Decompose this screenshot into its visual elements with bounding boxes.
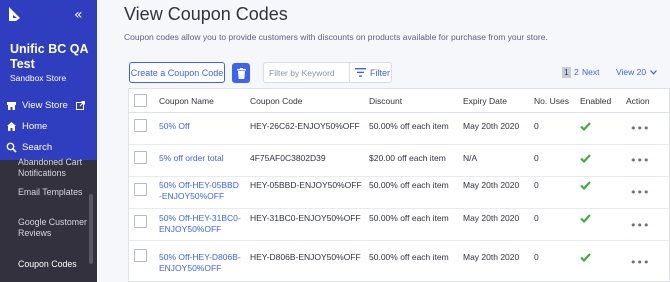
- page-2-link[interactable]: 2: [574, 67, 579, 77]
- view-count-label: View 20: [616, 67, 647, 77]
- row-checkbox[interactable]: [134, 119, 147, 132]
- row-checkbox[interactable]: [134, 151, 147, 164]
- nav-search-label: Search: [22, 141, 53, 153]
- row-checkbox[interactable]: [134, 215, 147, 228]
- sidebar-scrollbar[interactable]: [89, 194, 93, 264]
- col-header-action: Action: [626, 96, 650, 106]
- coupon-code: HEY-26C62-ENJOY50%OFF: [250, 121, 360, 131]
- sidebar-item-google-reviews[interactable]: Google Customer Reviews: [18, 217, 88, 239]
- col-header-coupon-code[interactable]: Coupon Code: [250, 89, 302, 113]
- filter-button-label: Filter: [370, 67, 390, 78]
- coupon-uses: 0: [534, 153, 539, 163]
- row-actions-menu[interactable]: •••: [630, 256, 649, 269]
- table-row: 50% Off-HEY-05BBD-ENJOY50%OFF HEY-05BBD-…: [129, 177, 670, 209]
- trash-icon: [236, 67, 246, 79]
- coupon-name-link[interactable]: 50% Off-HEY-D806B-ENJOY50%OFF: [159, 252, 241, 274]
- enabled-check-icon[interactable]: [580, 154, 591, 163]
- sidebar: « Unific BC QA Test Sandbox Store View S…: [0, 0, 97, 282]
- coupon-expiry: May 20th 2020: [463, 180, 520, 190]
- store-name: Unific BC QA Test: [10, 42, 89, 71]
- enabled-check-icon[interactable]: [580, 122, 591, 131]
- coupon-name-link[interactable]: 5% off order total: [159, 153, 239, 164]
- app-window: « Unific BC QA Test Sandbox Store View S…: [0, 0, 670, 282]
- coupon-uses: 0: [534, 121, 539, 131]
- row-checkbox[interactable]: [134, 183, 147, 196]
- coupon-name-link[interactable]: 50% Off: [159, 121, 239, 132]
- view-count-select[interactable]: View 20: [616, 67, 658, 77]
- store-type: Sandbox Store: [10, 73, 67, 83]
- collapse-sidebar-icon[interactable]: «: [74, 8, 83, 22]
- filter-button[interactable]: Filter: [349, 63, 390, 82]
- storefront-icon: [6, 100, 17, 111]
- coupon-discount: 50.00% off each item: [369, 252, 449, 262]
- coupon-expiry: May 20th 2020: [463, 121, 520, 131]
- page-description: Coupon codes allow you to provide custom…: [124, 32, 548, 42]
- row-actions-menu[interactable]: •••: [630, 219, 649, 232]
- page-title: View Coupon Codes: [124, 4, 288, 24]
- filter-lines-icon: [355, 68, 366, 77]
- row-checkbox[interactable]: [134, 249, 147, 262]
- coupon-expiry: May 20th 2020: [463, 213, 520, 223]
- nav-view-store[interactable]: View Store: [6, 97, 68, 113]
- coupon-uses: 0: [534, 213, 539, 223]
- sidebar-item-abandoned-cart[interactable]: Abandoned Cart Notifications: [18, 157, 88, 179]
- sidebar-item-email-templates[interactable]: Email Templates: [18, 187, 88, 198]
- coupon-code: HEY-05BBD-ENJOY50%OFF: [250, 180, 362, 190]
- enabled-check-icon[interactable]: [580, 181, 591, 190]
- coupon-discount: 50.00% off each item: [369, 121, 449, 131]
- coupon-expiry: N/A: [463, 153, 478, 163]
- coupon-code: HEY-31BC0-ENJOY50%OFF: [250, 213, 361, 223]
- coupon-discount: 50.00% off each item: [369, 180, 449, 190]
- table-row: 50% Off HEY-26C62-ENJOY50%OFF 50.00% off…: [129, 113, 670, 145]
- coupon-name-link[interactable]: 50% Off-HEY-05BBD-ENJOY50%OFF: [159, 180, 241, 202]
- nav-home[interactable]: Home: [6, 118, 47, 134]
- coupon-code: 4F75AF0C3802D39: [250, 153, 326, 163]
- search-icon: [6, 142, 17, 153]
- col-header-discount[interactable]: Discount: [369, 89, 402, 113]
- coupon-discount: 50.00% off each item: [369, 213, 449, 223]
- col-header-coupon-name[interactable]: Coupon Name: [159, 89, 214, 113]
- coupon-uses: 0: [534, 252, 539, 262]
- table-row: 5% off order total 4F75AF0C3802D39 $20.0…: [129, 145, 670, 177]
- main-content: View Coupon Codes Coupon codes allow you…: [97, 0, 670, 282]
- table-row: 50% Off-HEY-31BC0-ENJOY50%OFF HEY-31BC0-…: [129, 209, 670, 241]
- external-link-icon[interactable]: [76, 101, 85, 110]
- nav-search[interactable]: Search: [6, 139, 52, 155]
- row-actions-menu[interactable]: •••: [630, 154, 649, 167]
- nav-home-label: Home: [22, 120, 48, 132]
- page-1-current: 1: [562, 67, 571, 78]
- enabled-check-icon[interactable]: [580, 253, 591, 262]
- home-icon: [6, 121, 17, 132]
- table-row: 50% Off-HEY-D806B-ENJOY50%OFF HEY-D806B-…: [129, 241, 670, 273]
- coupon-uses: 0: [534, 180, 539, 190]
- sidebar-item-coupon-codes[interactable]: Coupon Codes: [18, 259, 88, 270]
- sidebar-store-panel: « Unific BC QA Test Sandbox Store View S…: [0, 0, 97, 160]
- filter-input[interactable]: [269, 68, 349, 78]
- bigcommerce-logo-icon: [9, 7, 20, 21]
- chevron-down-icon: [650, 70, 658, 75]
- filter-box: Filter: [263, 62, 392, 83]
- col-header-no-uses[interactable]: No. Uses: [534, 89, 569, 113]
- coupon-code: HEY-D806B-ENJOY50%OFF: [250, 252, 361, 262]
- coupon-name-link[interactable]: 50% Off-HEY-31BC0-ENJOY50%OFF: [159, 213, 241, 235]
- col-header-expiry-date[interactable]: Expiry Date: [463, 89, 507, 113]
- coupon-discount: $20.00 off each item: [369, 153, 446, 163]
- nav-view-store-label: View Store: [22, 99, 68, 111]
- delete-button[interactable]: [232, 63, 250, 83]
- row-actions-menu[interactable]: •••: [630, 186, 649, 199]
- coupon-table: Coupon Name Coupon Code Discount Expiry …: [128, 88, 670, 282]
- create-coupon-button[interactable]: Create a Coupon Code: [129, 62, 225, 83]
- select-all-checkbox[interactable]: [134, 94, 147, 107]
- row-actions-menu[interactable]: •••: [630, 122, 649, 135]
- next-page-link[interactable]: Next: [582, 67, 599, 77]
- enabled-check-icon[interactable]: [580, 214, 591, 223]
- col-header-enabled[interactable]: Enabled: [580, 89, 611, 113]
- coupon-expiry: May 20th 2020: [463, 252, 520, 262]
